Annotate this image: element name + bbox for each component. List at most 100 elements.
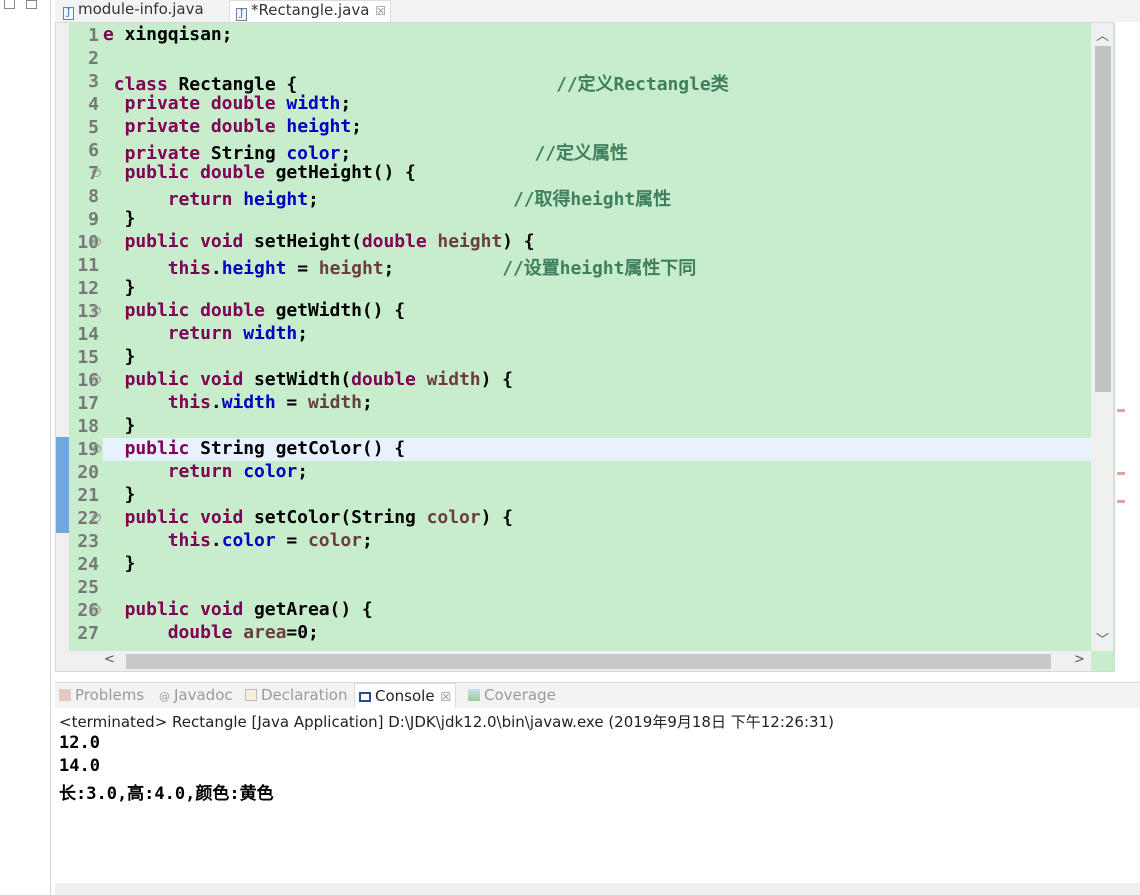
field: height	[243, 189, 308, 210]
java-file-icon: J	[63, 7, 74, 20]
code-line[interactable]: this.color = color;	[103, 530, 1093, 553]
console-output[interactable]: <terminated> Rectangle [Java Application…	[55, 708, 1140, 895]
code-text: .	[210, 530, 222, 551]
minimize-icon[interactable]	[4, 0, 15, 9]
comment: //定义Rectangle类	[556, 74, 729, 95]
vertical-scroll-thumb[interactable]	[1095, 46, 1111, 392]
fold-toggle-icon[interactable]: −	[92, 237, 101, 246]
code-text: ) {	[502, 231, 535, 252]
code-line[interactable]: }	[103, 277, 1093, 300]
overview-mark[interactable]	[1117, 472, 1125, 475]
code-editor[interactable]: 1e xingqisan; 2 3 class Rectangle { //定义Re…	[55, 22, 1115, 672]
code-line[interactable]: private String color; //定义属性	[103, 139, 1093, 164]
code-line[interactable]	[103, 576, 1093, 599]
console-status: <terminated> Rectangle [Java Application…	[59, 713, 834, 731]
code-line[interactable]: this.width = width;	[103, 392, 1093, 415]
code-line[interactable]	[103, 47, 1093, 70]
horizontal-scrollbar[interactable]: < >	[56, 651, 1091, 671]
scroll-up-icon[interactable]: ︿	[1096, 25, 1109, 44]
horizontal-scroll-thumb[interactable]	[126, 654, 1051, 669]
keyword: public void	[124, 369, 244, 390]
close-tab-icon[interactable]: ☒	[375, 4, 386, 18]
code-line[interactable]: private double width;	[103, 93, 1093, 116]
keyword: return	[167, 323, 233, 344]
fold-toggle-icon[interactable]: −	[92, 168, 101, 177]
overview-ruler[interactable]	[1116, 22, 1140, 672]
code-line[interactable]: public void getArea() {	[103, 599, 1093, 622]
tab-rectangle[interactable]: J *Rectangle.java ☒	[229, 0, 391, 22]
line-number: 8	[88, 186, 99, 207]
tab-coverage[interactable]: Coverage	[468, 686, 556, 704]
comment: //取得height属性	[512, 189, 672, 210]
fold-toggle-icon[interactable]: −	[92, 444, 101, 453]
code-line[interactable]: e xingqisan;	[103, 24, 1093, 47]
tab-console[interactable]: Console ☒	[354, 683, 457, 709]
code-line[interactable]: class Rectangle { //定义Rectangle类	[103, 70, 1093, 95]
code-line[interactable]: public void setWidth(double width) {	[103, 369, 1093, 392]
close-tab-icon[interactable]: ☒	[441, 690, 452, 704]
code-text: String	[200, 143, 287, 164]
line-number: 27	[77, 623, 99, 644]
fold-toggle-icon[interactable]: −	[92, 605, 101, 614]
code-text: xingqisan;	[113, 24, 233, 45]
code-line[interactable]: this.height = height; //设置height属性下同	[103, 254, 1093, 279]
code-line[interactable]: return color;	[103, 461, 1093, 484]
tab-module-info[interactable]: Jmodule-info.java	[57, 0, 227, 22]
code-text: ;	[308, 189, 513, 210]
line-number: 21	[77, 485, 99, 506]
scroll-right-icon[interactable]: >	[1074, 652, 1085, 667]
keyword: return	[167, 189, 233, 210]
keyword: public void	[124, 599, 244, 620]
code-line[interactable]: public double getHeight() {	[103, 162, 1093, 185]
code-line[interactable]: }	[103, 346, 1093, 369]
line-number: 23	[77, 531, 99, 552]
scroll-left-icon[interactable]: <	[104, 652, 115, 667]
code-text: setHeight(	[243, 231, 362, 252]
code-line[interactable]: }	[103, 415, 1093, 438]
fold-toggle-icon[interactable]: −	[92, 306, 101, 315]
code-line[interactable]: public String getColor() {	[103, 438, 1093, 461]
fold-toggle-icon[interactable]: −	[92, 375, 101, 384]
console-line: 长:3.0,高:4.0,颜色:黄色	[59, 784, 274, 804]
fold-toggle-icon[interactable]: −	[92, 513, 101, 522]
overview-mark[interactable]	[1117, 500, 1125, 503]
scroll-down-icon[interactable]: ﹀	[1096, 629, 1109, 648]
maximize-icon[interactable]	[26, 0, 37, 9]
console-horizontal-scrollbar[interactable]	[55, 883, 1140, 895]
code-line[interactable]: return height; //取得height属性	[103, 185, 1093, 210]
code-line[interactable]: public double getWidth() {	[103, 300, 1093, 323]
tab-declaration[interactable]: Declaration	[245, 686, 347, 704]
vertical-scrollbar[interactable]: ︿ ﹀	[1091, 23, 1113, 651]
code-line[interactable]: public void setHeight(double height) {	[103, 231, 1093, 254]
line-number: 24	[77, 554, 99, 575]
code-line[interactable]: private double height;	[103, 116, 1093, 139]
code-text: =	[275, 530, 308, 551]
comment: //定义属性	[534, 143, 628, 164]
field: color	[243, 461, 298, 482]
left-panel	[0, 0, 51, 895]
code-line[interactable]: }	[103, 484, 1093, 507]
code-line[interactable]: return width;	[103, 323, 1093, 346]
code-line[interactable]: }	[103, 208, 1093, 231]
code-line[interactable]: public void setColor(String color) {	[103, 507, 1093, 530]
variable: height	[318, 258, 384, 279]
editor-tabs: Jmodule-info.java J *Rectangle.java ☒	[55, 0, 1140, 22]
at-icon: @	[159, 690, 170, 703]
keyword: this	[167, 392, 211, 413]
tab-javadoc[interactable]: @ Javadoc	[159, 686, 233, 704]
code-text: ;	[297, 461, 308, 482]
tab-problems[interactable]: Problems	[59, 686, 144, 704]
variable: width	[426, 369, 481, 390]
code-line[interactable]: }	[103, 553, 1093, 576]
line-number: 15	[77, 347, 99, 368]
line-number: 20	[77, 462, 99, 483]
overview-mark[interactable]	[1117, 409, 1125, 412]
code-line[interactable]: double area=0;	[103, 622, 1093, 645]
